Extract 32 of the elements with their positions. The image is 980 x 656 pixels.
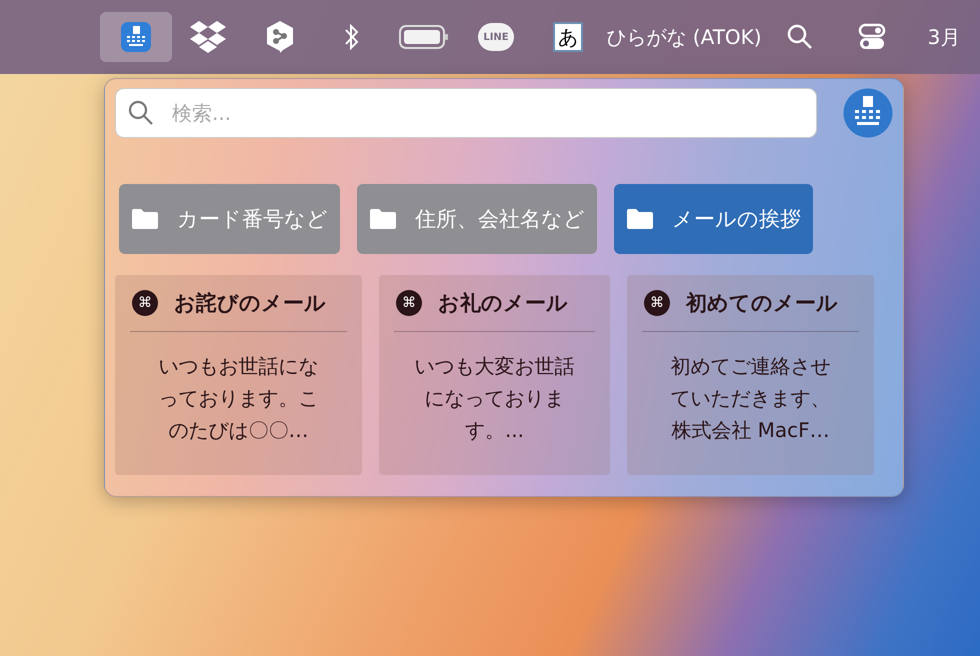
input-mode-icon[interactable]: あ xyxy=(553,22,583,52)
snippet-preview: いつもお世話になっております。このたびは〇〇… xyxy=(158,353,320,444)
snippet-title: お詫びのメール xyxy=(174,290,326,317)
folder-button[interactable]: カード番号など xyxy=(119,184,340,254)
snippet-preview: 初めてご連絡させていただきます、株式会社 MacF… xyxy=(670,353,832,444)
toggles-icon[interactable] xyxy=(858,23,886,51)
share-hexagon-icon[interactable] xyxy=(265,20,295,54)
snippet-preview: いつも大変お世話になっております。... xyxy=(414,353,576,444)
menu-bar-text[interactable]: ひらがな (ATOK) xyxy=(604,12,764,62)
folder-icon xyxy=(131,208,159,230)
snippet-title: 初めてのメール xyxy=(686,290,838,317)
search-icon[interactable] xyxy=(786,23,814,51)
battery-icon[interactable] xyxy=(399,25,449,49)
folder-button[interactable]: 住所、会社名など xyxy=(357,184,597,254)
command-icon: ⌘ xyxy=(396,290,422,316)
keyboard-app-icon[interactable] xyxy=(120,21,152,53)
snippet-title: お礼のメール xyxy=(438,290,568,317)
dropbox-icon[interactable] xyxy=(189,20,227,54)
menu-bar-text[interactable]: 3月 xyxy=(908,12,980,62)
search-icon xyxy=(128,100,154,126)
chat-bubble-icon[interactable]: LINE xyxy=(478,23,514,51)
folder-icon xyxy=(369,208,397,230)
folder-icon xyxy=(626,208,654,230)
folder-button[interactable]: メールの挨拶 xyxy=(614,184,813,254)
command-icon: ⌘ xyxy=(132,290,158,316)
snippet-card[interactable]: ⌘ 初めてのメール 初めてご連絡させていただきます、株式会社 MacF… xyxy=(627,275,874,475)
snippet-card[interactable]: ⌘ お詫びのメール いつもお世話になっております。このたびは〇〇… xyxy=(115,275,362,475)
command-icon: ⌘ xyxy=(644,290,670,316)
keyboard-app-icon[interactable] xyxy=(843,88,893,138)
snippet-card[interactable]: ⌘ お礼のメール いつも大変お世話になっております。... xyxy=(379,275,610,475)
search-field[interactable]: 検索... xyxy=(115,88,817,138)
menu-bar-item[interactable] xyxy=(100,12,172,62)
